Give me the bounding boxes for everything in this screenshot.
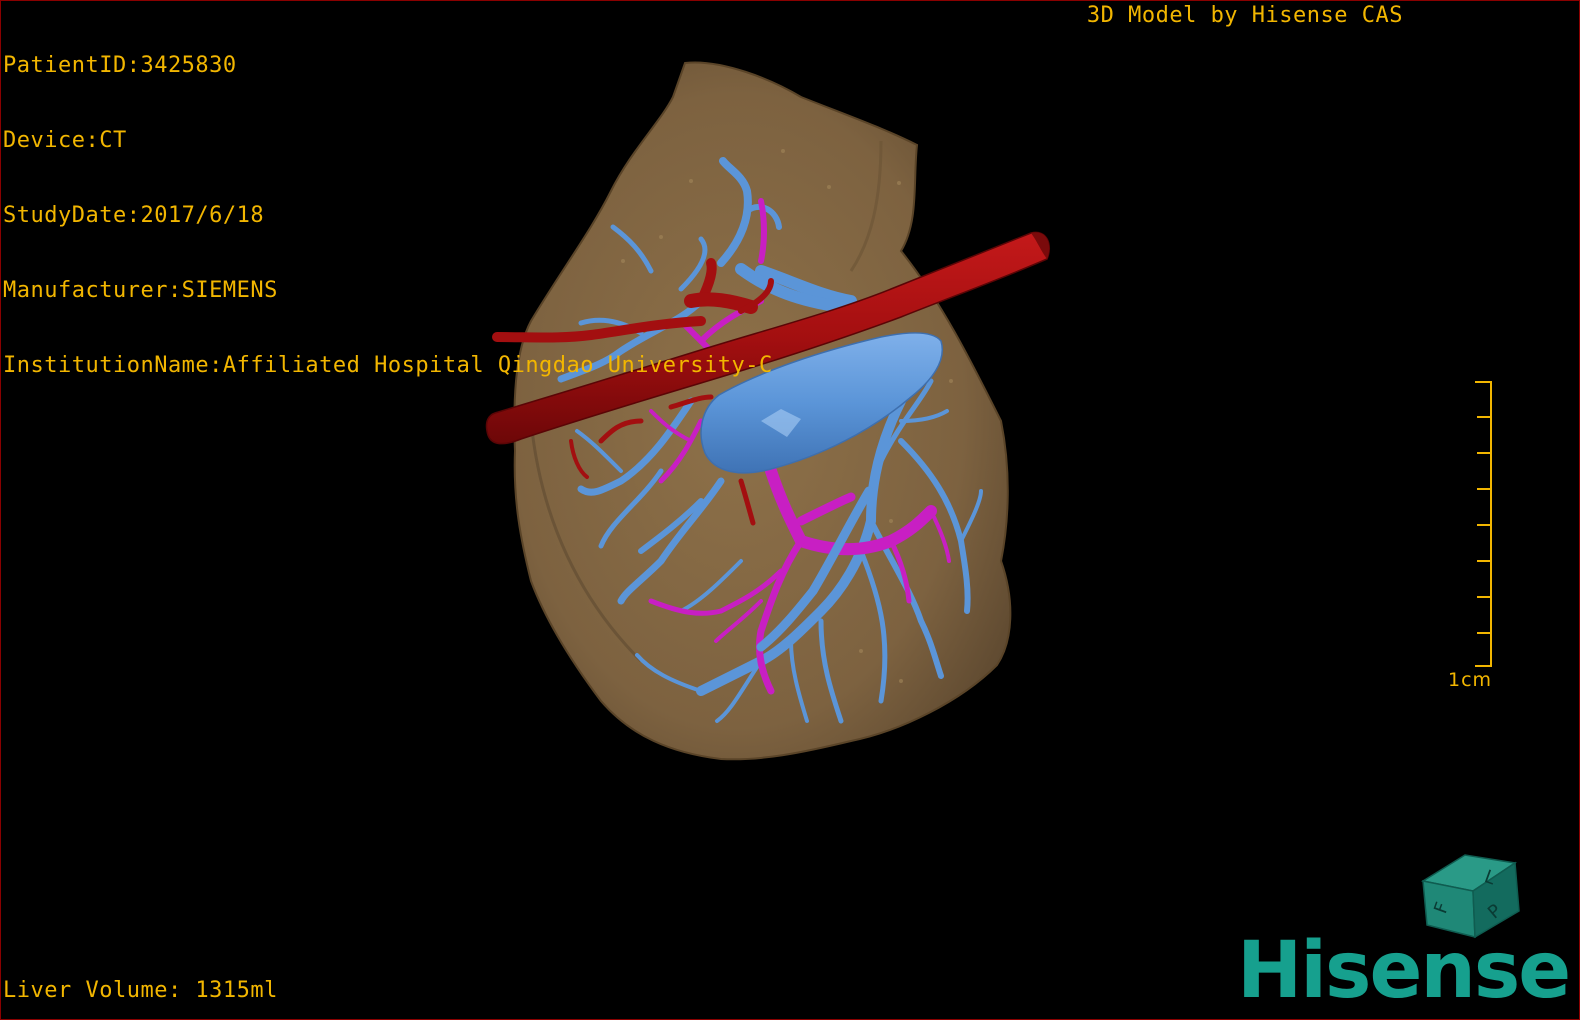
device: Device:CT xyxy=(3,128,127,153)
manufacturer: Manufacturer:SIEMENS xyxy=(3,278,278,303)
institution-name: InstitutionName:Affiliated Hospital Qing… xyxy=(3,353,773,378)
3d-viewport[interactable]: PatientID:3425830 Device:CT StudyDate:20… xyxy=(0,0,1580,1020)
patient-id: PatientID:3425830 xyxy=(3,53,237,78)
model-credit: 3D Model by Hisense CAS xyxy=(1086,3,1403,28)
hisense-logo: Hisense xyxy=(1237,926,1571,1016)
liver-volume: Liver Volume: 1315ml xyxy=(3,978,278,1003)
study-date: StudyDate:2017/6/18 xyxy=(3,203,265,228)
dicom-info: PatientID:3425830 Device:CT StudyDate:20… xyxy=(3,3,773,428)
scale-label: 1cm xyxy=(1448,669,1493,691)
scale-bar-icon xyxy=(1475,381,1492,667)
